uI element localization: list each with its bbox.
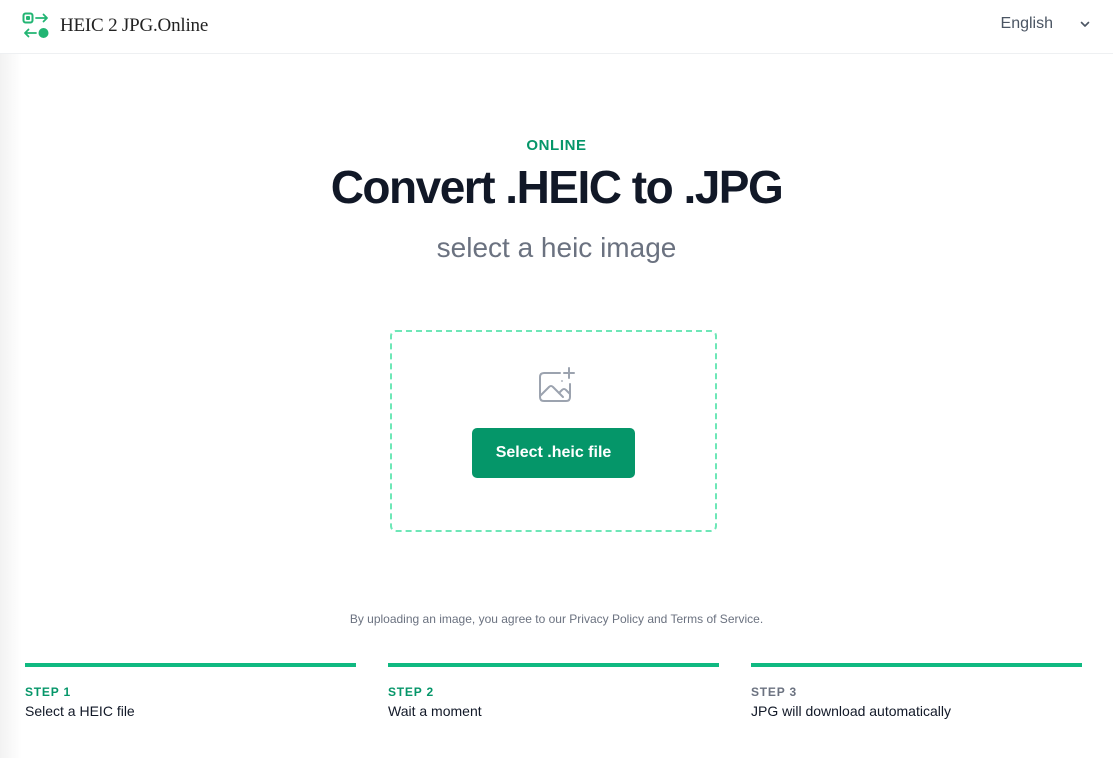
legal-notice: By uploading an image, you agree to our … [0,612,1113,626]
step-2: STEP 2 Wait a moment [388,663,719,719]
step-3-description: JPG will download automatically [751,703,951,719]
chevron-down-icon [1080,21,1090,27]
site-header: HEIC 2 JPG.Online English [0,0,1113,54]
step-3: STEP 3 JPG will download automatically [751,663,1082,719]
terms-of-service-link[interactable]: Terms of Service [670,612,759,626]
site-logo[interactable]: HEIC 2 JPG.Online [22,12,208,40]
convert-arrows-icon [22,12,49,38]
page-title: Convert .HEIC to .JPG [330,161,784,213]
privacy-policy-link[interactable]: Privacy Policy [569,612,644,626]
legal-prefix: By uploading an image, you agree to our [349,612,570,626]
language-select-value: English [1000,15,1053,32]
image-add-icon [539,367,575,402]
select-heic-file-button[interactable]: Select .heic file [472,428,635,478]
step-2-progress-bar [388,663,719,667]
step-1: STEP 1 Select a HEIC file [25,663,356,719]
step-3-label: STEP 3 [751,685,797,699]
step-1-label: STEP 1 [25,685,71,699]
step-1-description: Select a HEIC file [25,703,135,719]
step-3-progress-bar [751,663,1082,667]
legal-and: and [643,612,671,626]
logo-text: HEIC 2 JPG.Online [60,15,209,36]
language-select[interactable]: English [1001,15,1091,33]
legal-suffix: . [759,612,764,626]
hero-eyebrow: ONLINE [526,137,587,154]
step-1-progress-bar [25,663,356,667]
file-dropzone[interactable]: Select .heic file [390,330,717,532]
page-subtitle: select a heic image [436,232,677,263]
step-2-description: Wait a moment [388,703,482,719]
step-2-label: STEP 2 [388,685,434,699]
